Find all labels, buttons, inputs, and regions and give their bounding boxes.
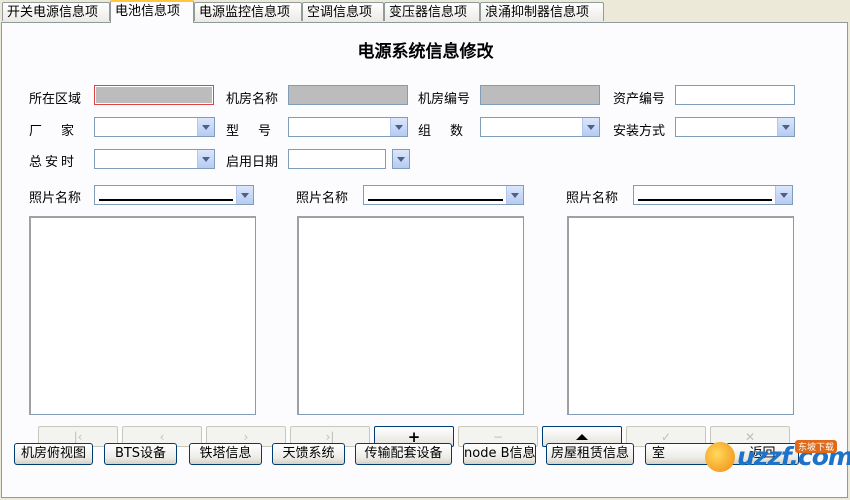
tab-label: 电池信息项 [115,4,181,19]
total-ah-label: 总安时 [29,155,78,170]
asset-no-label: 资产编号 [613,92,666,107]
region-label: 所在区域 [29,92,82,107]
photo-preview-2 [297,216,524,415]
tab-label: 浪涌抑制器信息项 [485,5,590,20]
room-overview-button[interactable]: 机房俯视图 [14,443,93,465]
photo-select-1[interactable] [94,185,254,205]
tab-surge-suppressor[interactable]: 浪涌抑制器信息项 [480,2,604,21]
photo-select-2[interactable] [363,185,524,205]
prior-icon: ‹ [159,429,165,444]
page-title: 电源系统信息修改 [357,42,494,62]
photo-name-label-3: 照片名称 [566,191,619,206]
room-name-label: 机房名称 [226,92,279,107]
vendor-select[interactable] [94,117,215,137]
tower-info-button[interactable]: 铁塔信息 [189,443,262,465]
minus-icon: − [492,429,504,444]
room-no-label: 机房编号 [418,92,471,107]
group-count-label: 组 数 [418,124,467,139]
tab-switching-power[interactable]: 开关电源信息项 [2,2,110,21]
battery-info-panel: 电源系统信息修改 所在区域 机房名称 机房编号 资产编号 厂 家 型 号 组 数… [1,22,848,498]
tab-label: 变压器信息项 [389,5,468,20]
first-icon: |‹ [73,429,83,444]
tab-air-conditioner[interactable]: 空调信息项 [302,2,384,21]
logo-icon [705,442,735,472]
triangle-up-icon [576,433,588,440]
logo-badge: 东坡下载 [795,440,838,453]
start-date-field[interactable] [288,149,386,169]
antenna-system-button[interactable]: 天馈系统 [272,443,345,465]
tab-transformer[interactable]: 变压器信息项 [384,2,480,21]
chevron-down-icon [236,186,253,204]
node-b-info-button[interactable]: node B信息 [463,443,536,465]
chevron-down-icon [775,186,792,204]
tab-power-monitor[interactable]: 电源监控信息项 [194,2,302,21]
chevron-down-icon [506,186,523,204]
install-method-select[interactable] [675,117,795,137]
chevron-down-icon [197,118,214,136]
check-icon: ✓ [660,429,672,444]
last-icon: ›| [325,429,335,444]
region-field[interactable] [94,85,214,105]
tab-bar: 开关电源信息项 电池信息项 电源监控信息项 空调信息项 变压器信息项 浪涌抑制器… [0,0,850,23]
photo-preview-3 [567,216,794,415]
tab-label: 开关电源信息项 [7,5,99,20]
install-method-label: 安装方式 [613,124,666,139]
photo-name-label-2: 照片名称 [296,191,349,206]
house-lease-button[interactable]: 房屋租赁信息 [546,443,634,465]
chevron-down-icon [582,118,599,136]
tab-label: 空调信息项 [307,5,373,20]
room-name-field[interactable] [288,85,408,105]
group-count-select[interactable] [480,117,600,137]
chevron-down-icon [777,118,794,136]
photo-select-3[interactable] [633,185,793,205]
photo-preview-1 [29,216,256,415]
bts-equipment-button[interactable]: BTS设备 [104,443,177,465]
date-picker-button[interactable] [392,149,410,169]
start-date-label: 启用日期 [226,155,279,170]
room-no-field[interactable] [480,85,600,105]
model-select[interactable] [288,117,408,137]
next-icon: › [243,429,249,444]
chevron-down-icon [197,150,214,168]
model-label: 型 号 [226,124,275,139]
photo-name-label-1: 照片名称 [29,191,82,206]
chevron-down-icon [390,118,407,136]
tab-label: 电源监控信息项 [199,5,291,20]
transmission-equipment-button[interactable]: 传输配套设备 [355,443,452,465]
vendor-label: 厂 家 [29,124,78,139]
chevron-down-icon [397,156,405,162]
watermark-logo: uzzf.com 东坡下载 [699,440,850,476]
asset-no-field[interactable] [675,85,795,105]
total-ah-select[interactable] [94,149,215,169]
tab-battery[interactable]: 电池信息项 [110,0,194,23]
